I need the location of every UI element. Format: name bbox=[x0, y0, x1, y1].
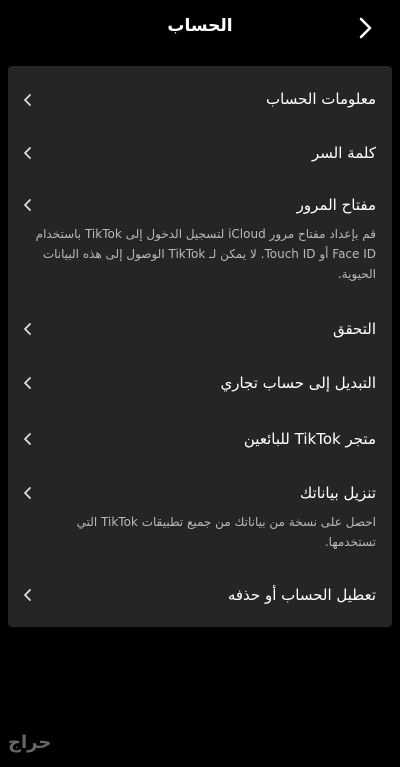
verification-item[interactable]: التحقق bbox=[8, 312, 392, 346]
chevron-left-icon bbox=[24, 433, 31, 445]
passkey-description: قم بإعداد مفتاح مرور iCloud لتسجيل الدخو… bbox=[35, 227, 376, 281]
passkey-item[interactable]: مفتاح المرور قم بإعداد مفتاح مرور iCloud… bbox=[8, 190, 392, 290]
switch-to-business-label: التبديل إلى حساب تجاري bbox=[220, 374, 376, 392]
tiktok-shop-sellers-label: متجر TikTok للبائعين bbox=[243, 430, 376, 448]
navigation-bar: الحساب bbox=[0, 0, 400, 58]
account-info-label: معلومات الحساب bbox=[266, 90, 376, 108]
password-item[interactable]: كلمة السر bbox=[8, 138, 392, 172]
passkey-label: مفتاح المرور bbox=[296, 196, 376, 214]
chevron-left-icon bbox=[24, 377, 31, 389]
switch-to-business-item[interactable]: التبديل إلى حساب تجاري bbox=[8, 368, 392, 402]
account-settings-list: معلومات الحساب كلمة السر مفتاح المرور قم… bbox=[8, 66, 392, 627]
deactivate-delete-account-item[interactable]: تعطيل الحساب أو حذفه bbox=[8, 580, 392, 614]
watermark-logo: حراج bbox=[8, 732, 52, 753]
password-label: كلمة السر bbox=[312, 144, 376, 162]
chevron-left-icon bbox=[24, 199, 31, 211]
deactivate-delete-account-label: تعطيل الحساب أو حذفه bbox=[227, 586, 376, 604]
chevron-left-icon bbox=[24, 94, 31, 106]
account-info-item[interactable]: معلومات الحساب bbox=[8, 84, 392, 118]
download-data-item[interactable]: تنزيل بياناتك احصل على نسخة من بياناتك م… bbox=[8, 478, 392, 562]
chevron-left-icon bbox=[24, 589, 31, 601]
download-data-description: احصل على نسخة من بياناتك من جميع تطبيقات… bbox=[76, 515, 376, 549]
page-title: الحساب bbox=[167, 16, 233, 36]
download-data-label: تنزيل بياناتك bbox=[299, 484, 376, 502]
chevron-left-icon bbox=[24, 323, 31, 335]
chevron-left-icon bbox=[24, 147, 31, 159]
verification-label: التحقق bbox=[332, 320, 376, 338]
tiktok-shop-sellers-item[interactable]: متجر TikTok للبائعين bbox=[8, 424, 392, 458]
chevron-left-icon bbox=[24, 487, 31, 499]
